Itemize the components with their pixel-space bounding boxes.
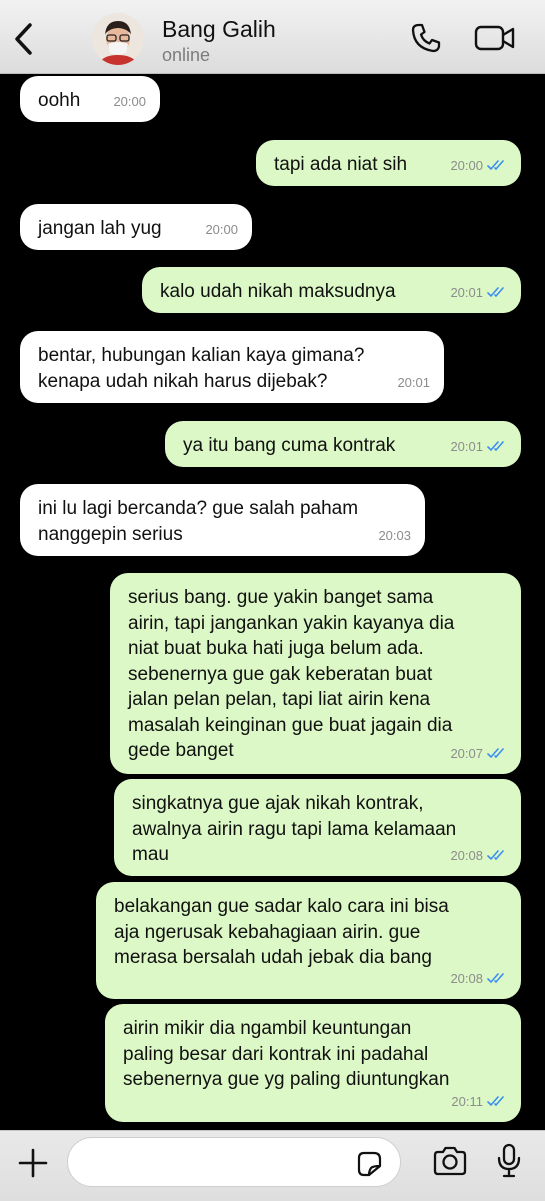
message-input[interactable] [67, 1137, 401, 1187]
message-bubble[interactable]: ini lu lagi bercanda? gue salah paham na… [20, 484, 425, 556]
message-bubble[interactable]: singkatnya gue ajak nikah kontrak, awaln… [114, 779, 521, 876]
message-bubble[interactable]: serius bang. gue yakin banget sama airin… [110, 573, 521, 774]
message-text: singkatnya gue ajak nikah kontrak, [132, 793, 424, 814]
message-text: sebenernya gue gak keberatan buat [128, 663, 433, 685]
read-receipt-icon [487, 287, 504, 298]
back-chevron-icon[interactable] [12, 22, 36, 56]
read-receipt-icon [487, 850, 504, 861]
message-time: 20:00 [205, 221, 238, 237]
microphone-icon[interactable] [496, 1143, 522, 1179]
message-text: sebenernya gue yg paling diuntungkan [123, 1069, 450, 1090]
message-text: nanggepin serius [38, 523, 183, 545]
message-time: 20:03 [378, 527, 411, 543]
message-text: niat buat buka hati juga belum ada. [128, 638, 424, 659]
message-bubble[interactable]: airin mikir dia ngambil keuntungan palin… [105, 1004, 521, 1122]
plus-icon[interactable] [17, 1147, 49, 1179]
message-bubble[interactable]: tapi ada niat sih 20:00 [256, 140, 521, 186]
message-text: ini lu lagi bercanda? gue salah paham [38, 498, 359, 519]
message-text: airin, tapi jangankan yakin kayanya dia [128, 612, 455, 634]
message-text: airin mikir dia ngambil keuntungan [123, 1018, 412, 1039]
message-composer [0, 1130, 545, 1201]
message-bubble[interactable]: ya itu bang cuma kontrak 20:01 [165, 421, 521, 467]
message-bubble[interactable]: belakangan gue sadar kalo cara ini bisa … [96, 882, 521, 999]
contact-name[interactable]: Bang Galih [162, 16, 276, 43]
message-text: merasa bersalah udah jebak dia bang [114, 947, 432, 968]
read-receipt-icon [487, 1096, 504, 1107]
message-text: belakangan gue sadar kalo cara ini bisa [114, 896, 449, 917]
message-bubble[interactable]: oohh 20:00 [20, 76, 160, 122]
chat-header: Bang Galih online [0, 0, 545, 74]
avatar[interactable] [92, 13, 144, 65]
message-time: 20:08 [450, 970, 483, 986]
message-time: 20:08 [450, 847, 483, 863]
message-bubble[interactable]: kalo udah nikah maksudnya 20:01 [142, 267, 521, 313]
message-time: 20:11 [451, 1093, 483, 1109]
message-time: 20:00 [450, 157, 483, 173]
read-receipt-icon [487, 748, 504, 759]
message-text: serius bang. gue yakin banget sama [128, 587, 434, 608]
message-text: aja ngerusak kebahagiaan airin. gue [114, 921, 421, 943]
contact-status: online [162, 45, 211, 65]
read-receipt-icon [487, 441, 504, 452]
video-call-icon[interactable] [474, 22, 516, 54]
message-time: 20:01 [450, 284, 483, 300]
message-text: paling besar dari kontrak ini padahal [123, 1043, 429, 1065]
message-text: jalan pelan pelan, tapi liat airin kena [128, 689, 431, 710]
message-time: 20:00 [113, 93, 146, 109]
sticker-icon[interactable] [354, 1149, 384, 1179]
read-receipt-icon [487, 160, 504, 171]
message-text: kenapa udah nikah harus dijebak? [38, 370, 328, 392]
message-text: mau [132, 844, 169, 865]
phone-icon[interactable] [410, 22, 442, 54]
message-time: 20:01 [450, 438, 483, 454]
read-receipt-icon [487, 973, 504, 984]
message-bubble[interactable]: bentar, hubungan kalian kaya gimana? ken… [20, 331, 444, 403]
message-text: bentar, hubungan kalian kaya gimana? [38, 345, 365, 366]
message-text: awalnya airin ragu tapi lama kelamaan [132, 818, 457, 840]
avatar-image [92, 13, 144, 65]
message-time: 20:01 [397, 374, 430, 390]
message-text: masalah keinginan gue buat jagain dia [128, 714, 453, 736]
message-time: 20:07 [450, 745, 483, 761]
message-bubble[interactable]: jangan lah yug 20:00 [20, 204, 252, 250]
camera-icon[interactable] [432, 1145, 468, 1177]
message-text: gede banget [128, 740, 234, 761]
